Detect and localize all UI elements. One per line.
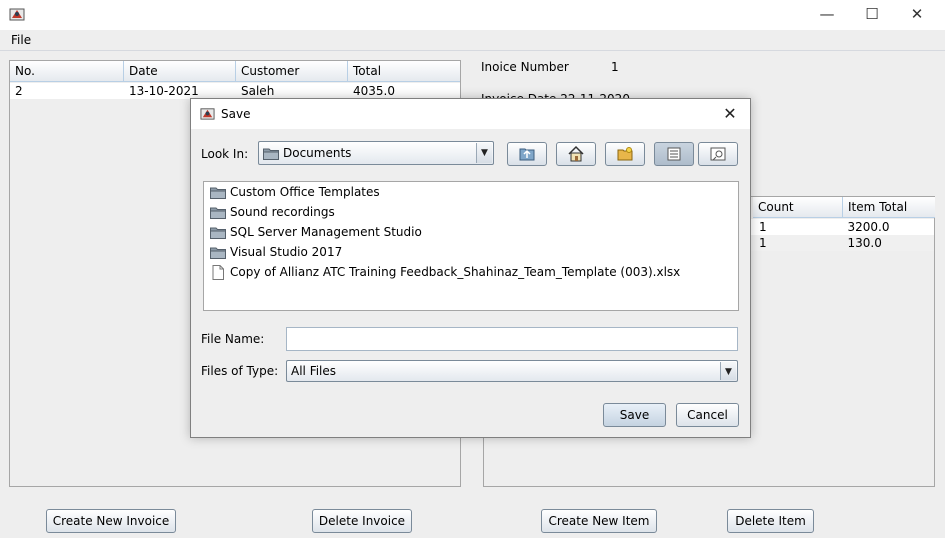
java-app-icon (9, 8, 25, 21)
file-list[interactable]: Custom Office Templates Sound recordings… (203, 181, 739, 311)
folder-icon (210, 227, 226, 239)
table-row[interactable]: 2 13-10-2021 Saleh 4035.0 (10, 83, 460, 99)
folder-icon (263, 148, 279, 160)
file-name: SQL Server Management Studio (230, 225, 422, 239)
cancel-button[interactable]: Cancel (676, 403, 739, 427)
dialog-titlebar: Save ✕ (191, 99, 750, 129)
cell-customer: Saleh (241, 84, 275, 98)
details-view-icon (710, 147, 726, 161)
close-button[interactable]: ✕ (895, 4, 939, 26)
column-header-no[interactable]: No. (10, 61, 124, 82)
chevron-down-icon[interactable]: ▼ (720, 362, 736, 380)
look-in-combo[interactable]: Documents ▼ (258, 141, 494, 165)
file-type-label: Files of Type: (201, 364, 279, 378)
minimize-button[interactable]: — (805, 4, 849, 26)
file-name: Visual Studio 2017 (230, 245, 343, 259)
cell-count: 1 (759, 220, 767, 234)
window-titlebar: — ☐ ✕ (0, 0, 945, 30)
list-item[interactable]: Visual Studio 2017 (210, 242, 342, 262)
up-one-level-button[interactable] (507, 142, 547, 166)
create-new-invoice-button[interactable]: Create New Invoice (46, 509, 176, 533)
file-name: Sound recordings (230, 205, 335, 219)
cell-no: 2 (15, 84, 23, 98)
cell-item-total: 3200.0 (847, 220, 890, 234)
dialog-title: Save (221, 107, 251, 121)
details-view-button[interactable] (698, 142, 738, 166)
list-item[interactable]: Sound recordings (210, 202, 335, 222)
list-item[interactable]: Copy of Allianz ATC Training Feedback_Sh… (210, 262, 680, 282)
list-item[interactable]: SQL Server Management Studio (210, 222, 422, 242)
file-name: Copy of Allianz ATC Training Feedback_Sh… (230, 265, 681, 279)
new-folder-button[interactable] (605, 142, 645, 166)
cell-count: 1 (759, 236, 767, 250)
invoices-table-header: No. Date Customer Total (10, 61, 460, 82)
menu-bar: File (0, 30, 945, 51)
create-new-item-button[interactable]: Create New Item (541, 509, 657, 533)
look-in-value: Documents (283, 146, 352, 160)
dialog-close-button[interactable]: ✕ (718, 103, 742, 125)
delete-invoice-button[interactable]: Delete Invoice (312, 509, 412, 533)
invoice-number-label: Inoice Number (481, 60, 569, 74)
column-header-item-total[interactable]: Item Total (843, 197, 935, 218)
folder-up-icon (519, 148, 535, 161)
look-in-label: Look In: (201, 147, 249, 161)
file-icon (212, 264, 224, 280)
folder-icon (210, 187, 226, 199)
list-view-icon (667, 147, 681, 161)
save-dialog: Save ✕ Look In: Documents ▼ Custom Offic… (190, 98, 751, 438)
save-button[interactable]: Save (603, 403, 666, 427)
java-app-icon (200, 108, 215, 120)
file-name-input[interactable] (286, 327, 738, 351)
cell-total: 4035.0 (353, 84, 395, 98)
list-item[interactable]: Custom Office Templates (210, 182, 380, 202)
cell-item-total: 130.0 (847, 236, 882, 250)
folder-icon (210, 247, 226, 259)
file-name: Custom Office Templates (230, 185, 380, 199)
home-icon (568, 145, 584, 162)
column-header-date[interactable]: Date (124, 61, 236, 82)
delete-item-button[interactable]: Delete Item (727, 509, 814, 533)
invoice-number-value: 1 (611, 60, 619, 74)
folder-icon (210, 207, 226, 219)
cell-date: 13-10-2021 (129, 84, 199, 98)
file-name-label: File Name: (201, 332, 265, 346)
new-folder-icon (617, 147, 633, 161)
column-header-customer[interactable]: Customer (236, 61, 348, 82)
column-header-count[interactable]: Count (753, 197, 843, 218)
chevron-down-icon[interactable]: ▼ (476, 143, 492, 163)
menu-file[interactable]: File (11, 33, 31, 47)
file-type-combo[interactable]: All Files ▼ (286, 360, 738, 382)
maximize-button[interactable]: ☐ (850, 4, 894, 26)
column-header-total[interactable]: Total (348, 61, 460, 82)
home-button[interactable] (556, 142, 596, 166)
list-view-button[interactable] (654, 142, 694, 166)
file-type-value: All Files (291, 364, 337, 378)
